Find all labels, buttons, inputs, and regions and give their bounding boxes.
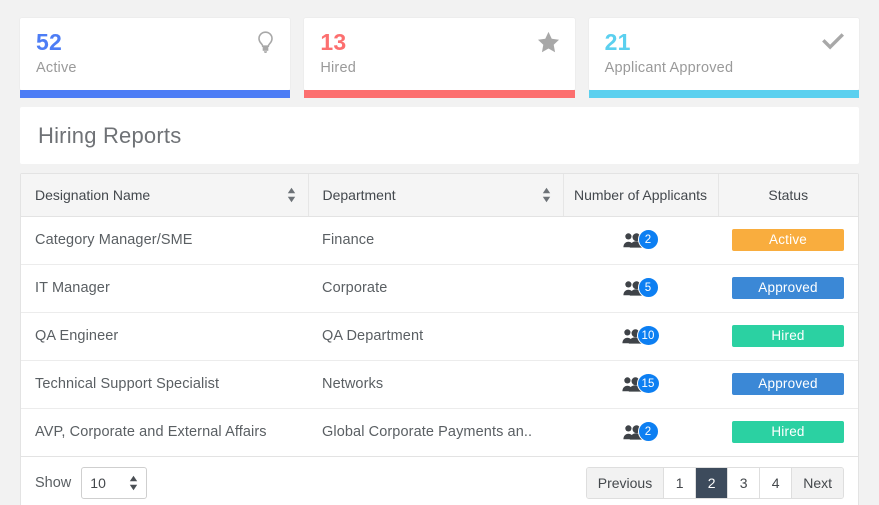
cell-number-of-applicants: 2 xyxy=(563,408,718,457)
table-row[interactable]: QA Engineer QA Department 10 Hired xyxy=(21,312,858,361)
cell-number-of-applicants: 15 xyxy=(563,360,718,409)
applicants-count-badge: 15 xyxy=(636,373,660,395)
cell-designation-name: AVP, Corporate and External Affairs xyxy=(21,408,308,457)
applicants-count-badge: 5 xyxy=(637,277,659,299)
cell-department: Global Corporate Payments an.. xyxy=(308,408,563,457)
stat-card-value: 21 xyxy=(604,29,631,55)
stat-card-label: Active xyxy=(36,60,77,77)
stepper-icon[interactable] xyxy=(129,475,138,491)
applicants-count-badge: 10 xyxy=(636,325,660,347)
stat-card-applicant-approved[interactable]: 21 Applicant Approved xyxy=(588,18,859,99)
cell-designation-name: QA Engineer xyxy=(21,312,308,361)
applicants-indicator: 2 xyxy=(622,229,659,251)
column-header-status: Status xyxy=(718,174,858,217)
cell-status: Approved xyxy=(718,264,858,313)
applicants-indicator: 5 xyxy=(622,277,659,299)
table-body: Category Manager/SME Finance 2 Active IT… xyxy=(21,216,858,457)
cell-department: Networks xyxy=(308,360,563,409)
stat-card-value: 13 xyxy=(320,29,347,55)
stat-card-hired[interactable]: 13 Hired xyxy=(304,18,575,99)
page-size-value: 10 xyxy=(90,474,106,491)
cell-number-of-applicants: 2 xyxy=(563,216,718,265)
stat-card-value: 52 xyxy=(36,29,62,55)
stat-card-active[interactable]: 52 Active xyxy=(20,18,291,99)
page-size-control: Show 10 xyxy=(35,466,148,499)
stat-card-accent-bar xyxy=(20,90,291,99)
table-footer: Show 10 Previous 1 2 3 4 Next xyxy=(21,456,858,505)
cell-status: Approved xyxy=(718,360,858,409)
column-header-department[interactable]: Department xyxy=(308,174,564,217)
column-header-label: Department xyxy=(322,186,396,203)
pagination-next-button[interactable]: Next xyxy=(792,467,843,498)
table-row[interactable]: AVP, Corporate and External Affairs Glob… xyxy=(21,408,858,457)
cell-number-of-applicants: 5 xyxy=(563,264,718,313)
cell-status: Hired xyxy=(718,312,858,361)
applicants-indicator: 10 xyxy=(621,325,660,347)
applicants-indicator: 15 xyxy=(621,373,660,395)
cell-department: Finance xyxy=(308,216,563,265)
applicants-count-badge: 2 xyxy=(637,421,659,443)
hiring-reports-panel: Hiring Reports xyxy=(20,107,859,165)
check-icon xyxy=(821,30,845,52)
column-header-label: Designation Name xyxy=(35,186,151,203)
pagination-page-1[interactable]: 1 xyxy=(664,467,697,498)
show-label: Show xyxy=(35,474,72,491)
stat-card-label: Hired xyxy=(320,60,356,77)
table-header-row: Designation Name Department Number of Ap… xyxy=(21,174,858,217)
status-badge: Hired xyxy=(732,421,844,444)
pagination-page-2[interactable]: 2 xyxy=(696,467,729,498)
status-badge: Approved xyxy=(732,277,844,300)
table-row[interactable]: Technical Support Specialist Networks 15… xyxy=(21,360,858,409)
hiring-reports-table: Designation Name Department Number of Ap… xyxy=(21,174,858,457)
status-badge: Active xyxy=(732,229,844,252)
stat-card-accent-bar xyxy=(588,90,859,99)
stat-cards: 52 Active 13 Hired 21 Applicant Approved xyxy=(20,18,859,99)
table-row[interactable]: Category Manager/SME Finance 2 Active xyxy=(21,216,858,265)
page-title: Hiring Reports xyxy=(38,123,182,149)
lightbulb-icon xyxy=(255,30,276,55)
cell-number-of-applicants: 10 xyxy=(563,312,718,361)
cell-designation-name: Technical Support Specialist xyxy=(21,360,308,409)
status-badge: Hired xyxy=(732,325,844,348)
applicants-count-badge: 2 xyxy=(637,229,659,251)
table-row[interactable]: IT Manager Corporate 5 Approved xyxy=(21,264,858,313)
table-head: Designation Name Department Number of Ap… xyxy=(21,174,858,217)
column-header-designation-name[interactable]: Designation Name xyxy=(21,174,309,217)
sort-icon[interactable] xyxy=(542,187,551,203)
cell-status: Hired xyxy=(718,408,858,457)
pagination-page-4[interactable]: 4 xyxy=(760,467,793,498)
hiring-reports-table-panel: Designation Name Department Number of Ap… xyxy=(20,173,859,505)
column-header-label: Status xyxy=(768,186,809,203)
pagination-previous-button[interactable]: Previous xyxy=(586,467,665,498)
cell-designation-name: IT Manager xyxy=(21,264,308,313)
pagination-page-3[interactable]: 3 xyxy=(728,467,761,498)
status-badge: Approved xyxy=(732,373,844,396)
applicants-indicator: 2 xyxy=(622,421,659,443)
pagination: Previous 1 2 3 4 Next xyxy=(585,466,844,499)
cell-department: QA Department xyxy=(308,312,563,361)
column-header-number-of-applicants: Number of Applicants xyxy=(563,174,719,217)
column-header-label: Number of Applicants xyxy=(573,186,708,203)
cell-status: Active xyxy=(718,216,858,265)
page-size-select[interactable]: 10 xyxy=(81,466,148,499)
page-root: 52 Active 13 Hired 21 Applicant Approved… xyxy=(0,0,879,505)
cell-department: Corporate xyxy=(308,264,563,313)
sort-icon[interactable] xyxy=(287,187,296,203)
stat-card-label: Applicant Approved xyxy=(604,60,734,77)
stat-card-accent-bar xyxy=(304,90,575,99)
cell-designation-name: Category Manager/SME xyxy=(21,216,308,265)
star-icon xyxy=(536,30,561,55)
